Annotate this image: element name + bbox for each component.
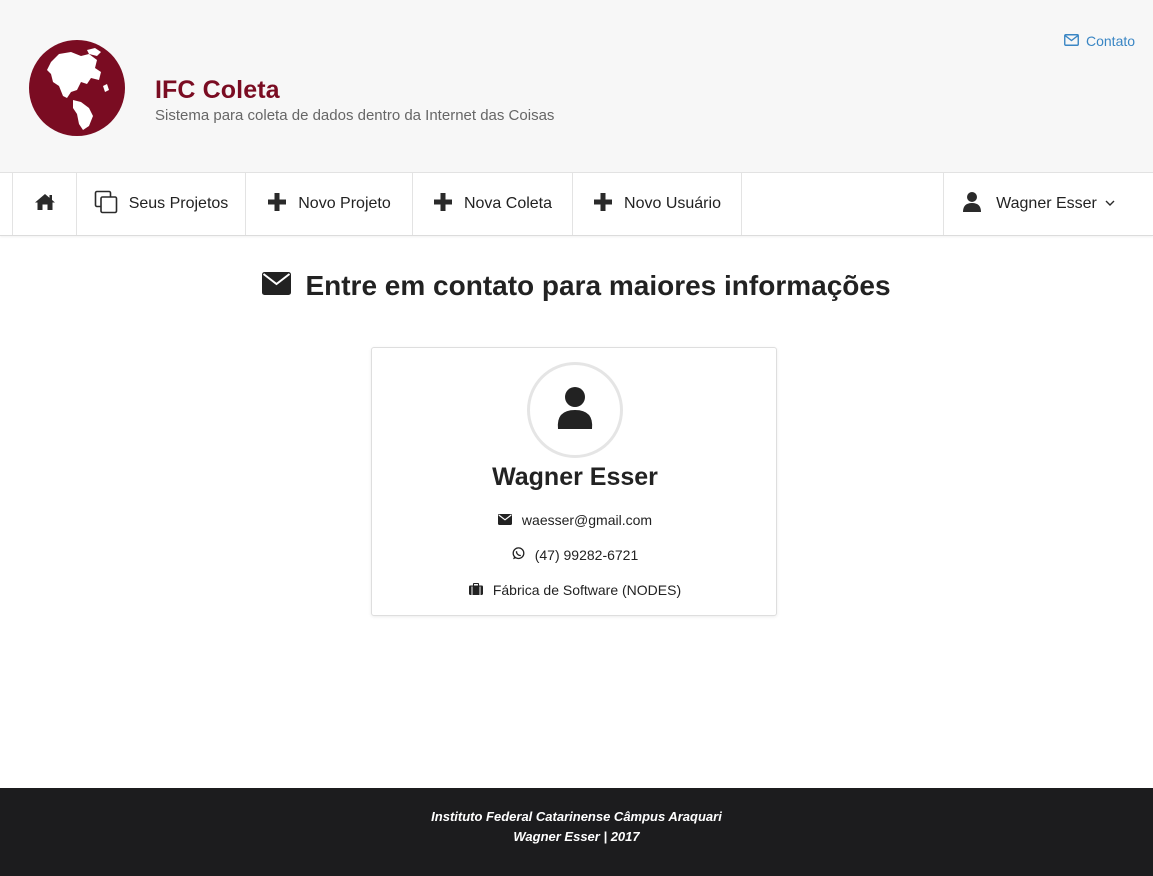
nav-label: Nova Coleta [463,195,553,212]
user-name: Wagner Esser [996,195,1097,212]
footer-institution: Instituto Federal Catarinense Câmpus Ara… [431,809,722,824]
home-icon [34,193,56,216]
contact-email-row: waesser@gmail.com [372,512,778,528]
nav-home[interactable] [12,173,76,235]
contact-name: Wagner Esser [492,463,658,491]
plus-icon [267,192,287,217]
contact-link[interactable]: Contato [1064,33,1135,49]
nav-label: Seus Projetos [128,195,229,212]
contact-card: Wagner Esser waesser@gmail.com (47) 9928… [371,347,777,616]
user-icon [556,386,594,435]
nav-user-menu[interactable]: Wagner Esser [943,173,1133,235]
nav-nova-coleta[interactable]: Nova Coleta [412,173,572,235]
contact-label: Contato [1086,33,1136,49]
page-title-text: Entre em contato para maiores informaçõe… [305,270,891,301]
user-icon [962,191,982,218]
globe-logo [29,40,125,136]
nav-novo-usuario[interactable]: Novo Usuário [572,173,742,235]
nav-seus-projetos[interactable]: Seus Projetos [76,173,245,235]
whatsapp-icon [512,547,525,563]
nav-novo-projeto[interactable]: Novo Projeto [245,173,412,235]
contact-org: Fábrica de Software (NODES) [492,582,682,598]
envelope-icon [497,512,512,528]
contact-email: waesser@gmail.com [521,512,653,528]
main-nav: Seus Projetos Novo Projeto Nova Coleta N… [0,173,1153,236]
contact-phone-row: (47) 99282-6721 [372,547,778,563]
site-header: IFC Coleta Sistema para coleta de dados … [0,0,1153,173]
site-footer: Instituto Federal Catarinense Câmpus Ara… [0,788,1153,876]
site-title: IFC Coleta [155,76,280,104]
plus-icon [593,192,613,217]
plus-icon [433,192,453,217]
nav-label: Novo Usuário [624,195,721,212]
page-title: Entre em contato para maiores informaçõe… [0,270,1153,302]
nav-label: Novo Projeto [298,195,391,212]
contact-phone: (47) 99282-6721 [534,547,639,563]
briefcase-icon [468,582,483,598]
envelope-icon [1064,33,1079,49]
copy-icon [94,190,118,219]
chevron-down-icon [1105,198,1115,210]
contact-org-row: Fábrica de Software (NODES) [372,582,778,598]
envelope-icon [262,270,292,302]
avatar [527,362,623,458]
site-subtitle: Sistema para coleta de dados dentro da I… [155,107,555,124]
footer-credit: Wagner Esser | 2017 [513,829,640,844]
